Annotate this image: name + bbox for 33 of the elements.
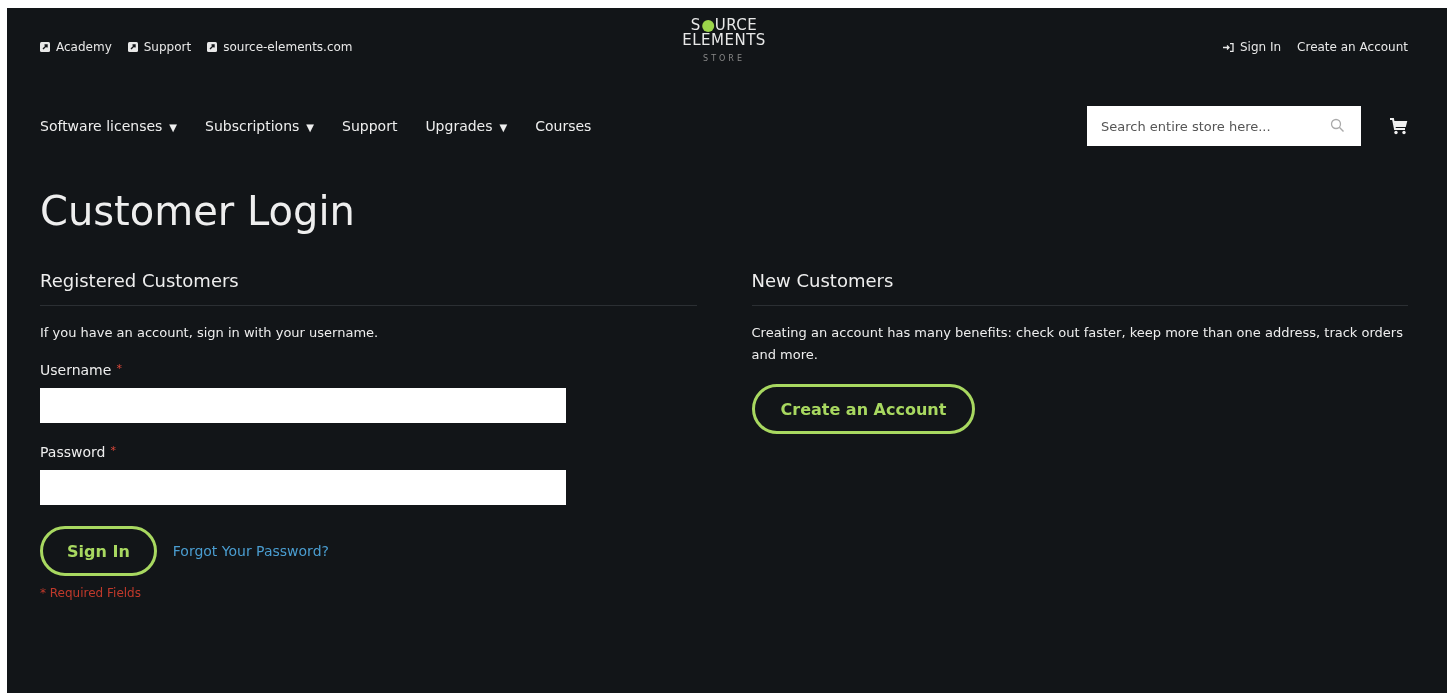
create-account-link[interactable]: Create an Account — [1297, 40, 1408, 54]
cart-icon[interactable] — [1389, 117, 1408, 135]
forgot-password-link[interactable]: Forgot Your Password? — [172, 543, 329, 559]
sign-in-icon — [1222, 42, 1234, 52]
search-field[interactable]: Search entire store here... — [1087, 106, 1361, 146]
external-link-icon — [40, 42, 50, 52]
input-field[interactable] — [40, 470, 566, 505]
create-account-button[interactable]: Create an Account — [751, 384, 976, 434]
input-field[interactable] — [40, 388, 566, 423]
required-mark: * — [116, 362, 122, 377]
store-logo[interactable]: S URCE ELEMENTS STORE — [682, 18, 766, 63]
intro-text: If you have an account, sign in with your username. — [40, 324, 380, 342]
field-label: Password — [40, 444, 106, 460]
field-label: Username — [40, 362, 112, 378]
required-mark: * — [110, 444, 116, 459]
section-heading: New Customers — [751, 270, 1408, 306]
required-fields-note: * Required Fields — [40, 586, 142, 600]
nav-menu-item[interactable]: Software licenses ▼ — [40, 118, 178, 134]
top-link[interactable]: Academy — [40, 40, 112, 54]
nav-menu-item[interactable]: Courses — [535, 118, 592, 134]
benefits-text: Creating an account has many benefits: check out faster, keep more than one address, track orders and more. — [751, 324, 1404, 364]
sign-in-button[interactable]: Sign In — [40, 526, 157, 576]
top-link[interactable]: source-elements.com — [207, 40, 353, 54]
external-link-icon — [127, 42, 138, 52]
nav-menu-item[interactable]: Subscriptions ▼ — [205, 118, 315, 134]
nav-menu-item[interactable]: Upgrades ▼ — [425, 118, 508, 134]
nav-menu-item[interactable]: Support — [342, 118, 398, 134]
search-icon — [1330, 118, 1345, 133]
top-link[interactable]: Support — [127, 40, 192, 54]
external-link-icon — [207, 42, 218, 52]
page-title: Customer Login — [40, 188, 356, 234]
sign-in-link[interactable]: Sign In — [1222, 40, 1282, 54]
section-heading: Registered Customers — [40, 270, 697, 306]
